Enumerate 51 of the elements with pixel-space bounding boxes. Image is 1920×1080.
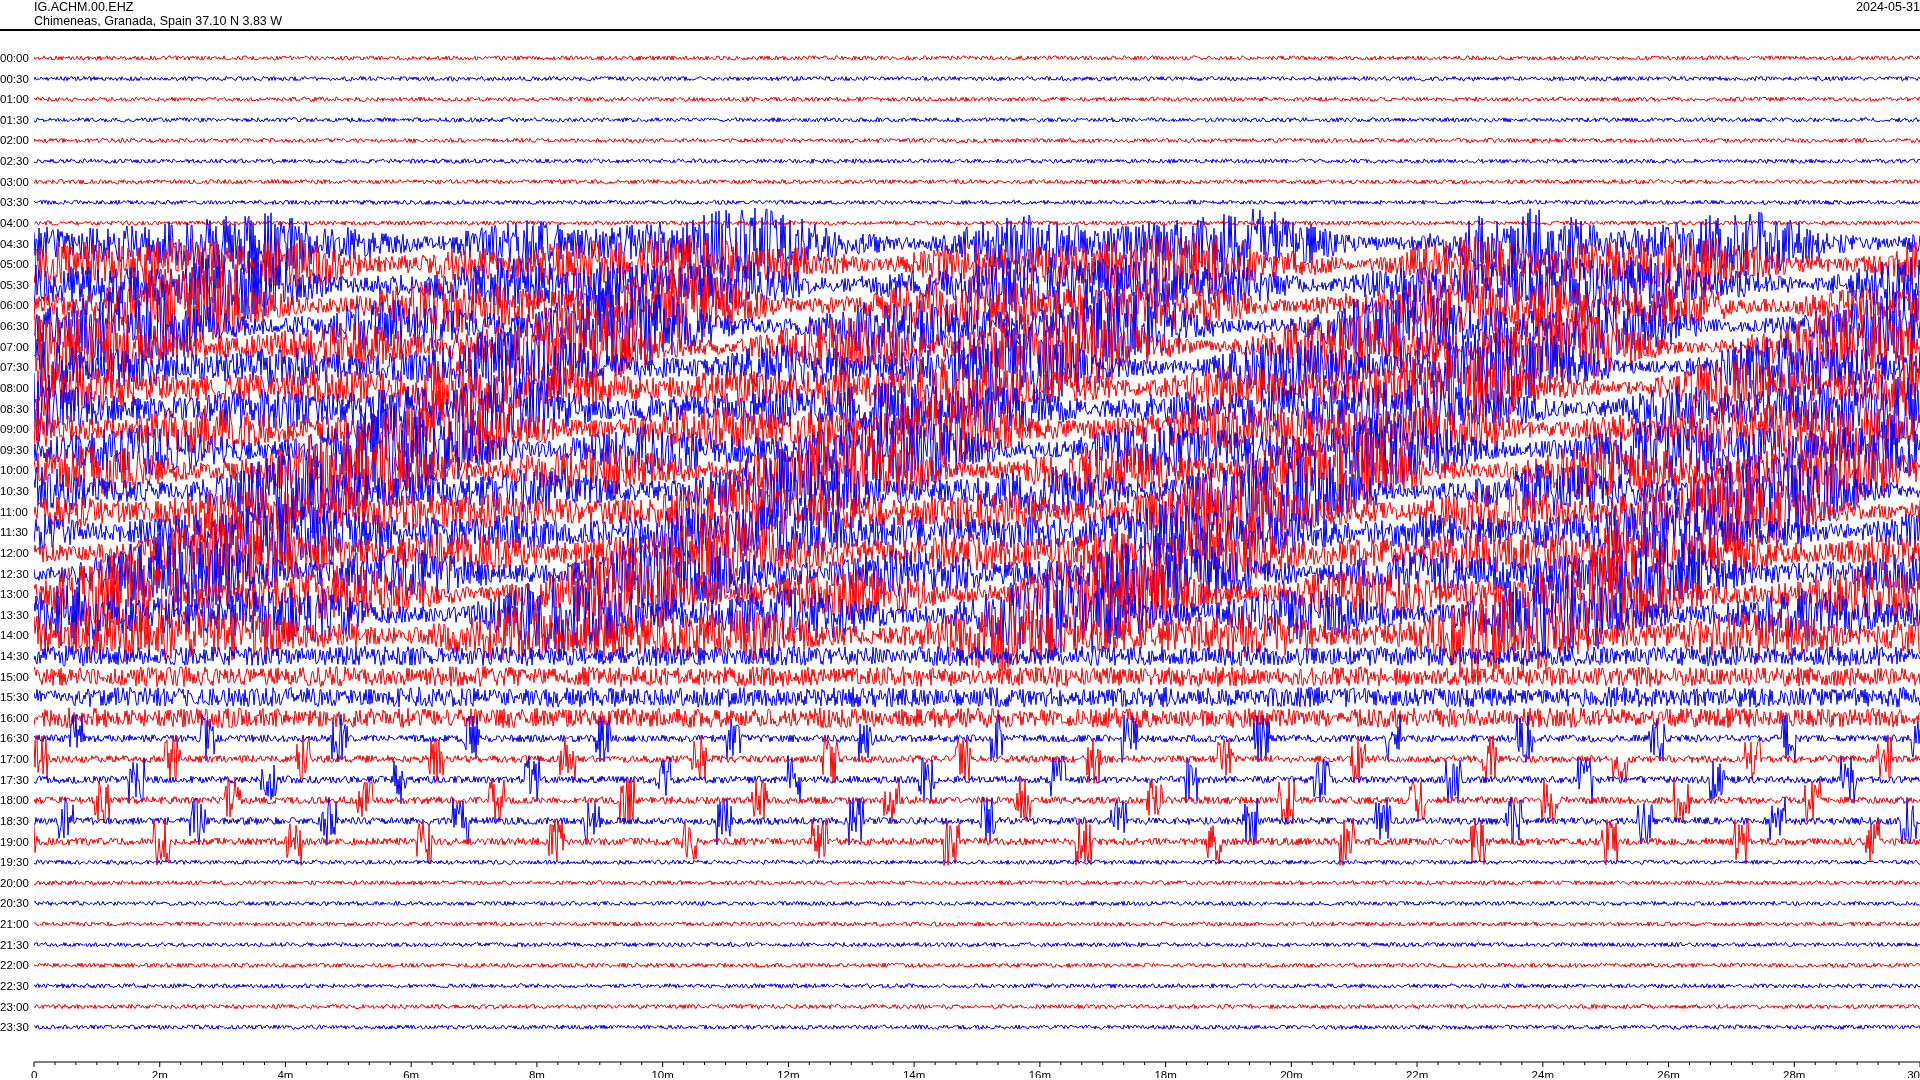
time-label: 11:00 — [0, 505, 28, 518]
time-label: 08:00 — [0, 381, 29, 394]
time-label: 21:30 — [0, 938, 29, 951]
time-label: 16:30 — [0, 732, 29, 745]
time-label: 22:30 — [0, 979, 29, 992]
time-label: 12:30 — [0, 567, 29, 580]
time-label: 15:00 — [0, 670, 29, 683]
time-label: 19:00 — [0, 835, 29, 848]
time-label: 07:30 — [0, 361, 29, 374]
time-label: 01:00 — [0, 93, 29, 106]
time-label: 09:30 — [0, 443, 29, 456]
time-label: 14:00 — [0, 629, 29, 642]
time-label: 23:00 — [0, 1000, 29, 1013]
time-label: 05:00 — [0, 258, 29, 271]
time-label: 12:00 — [0, 546, 29, 559]
time-label: 06:00 — [0, 299, 29, 312]
time-label: 06:30 — [0, 320, 29, 333]
station-location: Chimeneas, Granada, Spain 37.10 N 3.83 W — [34, 14, 283, 28]
time-label: 08:30 — [0, 402, 29, 415]
time-label: 17:00 — [0, 753, 29, 766]
time-label: 19:30 — [0, 856, 29, 869]
time-label: 16:00 — [0, 711, 29, 724]
time-label: 05:30 — [0, 278, 29, 291]
time-label: 13:30 — [0, 608, 29, 621]
time-label: 18:00 — [0, 794, 29, 807]
time-label: 02:00 — [0, 134, 29, 147]
time-label: 13:00 — [0, 588, 29, 601]
time-label: 18:30 — [0, 814, 29, 827]
time-label: 04:30 — [0, 237, 29, 250]
station-code: IG.ACHM.00.EHZ — [34, 0, 134, 14]
time-label: 20:00 — [0, 876, 29, 889]
time-label: 11:30 — [0, 526, 28, 539]
time-label: 03:00 — [0, 175, 29, 188]
time-label: 15:30 — [0, 691, 29, 704]
time-label: 17:30 — [0, 773, 29, 786]
time-label: 14:30 — [0, 650, 29, 662]
time-label: 09:00 — [0, 423, 29, 436]
time-label: 21:00 — [0, 918, 29, 931]
time-label: 01:30 — [0, 113, 29, 126]
time-label: 00:00 — [0, 52, 29, 64]
time-label: 02:30 — [0, 155, 29, 168]
time-label: 03:30 — [0, 196, 29, 209]
time-label: 10:00 — [0, 464, 29, 477]
time-label: 23:30 — [0, 1021, 29, 1034]
plot-date: 2024-05-31 — [1856, 0, 1920, 14]
time-label: 04:00 — [0, 216, 29, 229]
time-label: 10:30 — [0, 485, 29, 497]
time-label: 07:00 — [0, 340, 29, 353]
time-label: 00:30 — [0, 72, 29, 85]
time-label: 20:30 — [0, 897, 29, 910]
time-label: 22:00 — [0, 959, 29, 972]
